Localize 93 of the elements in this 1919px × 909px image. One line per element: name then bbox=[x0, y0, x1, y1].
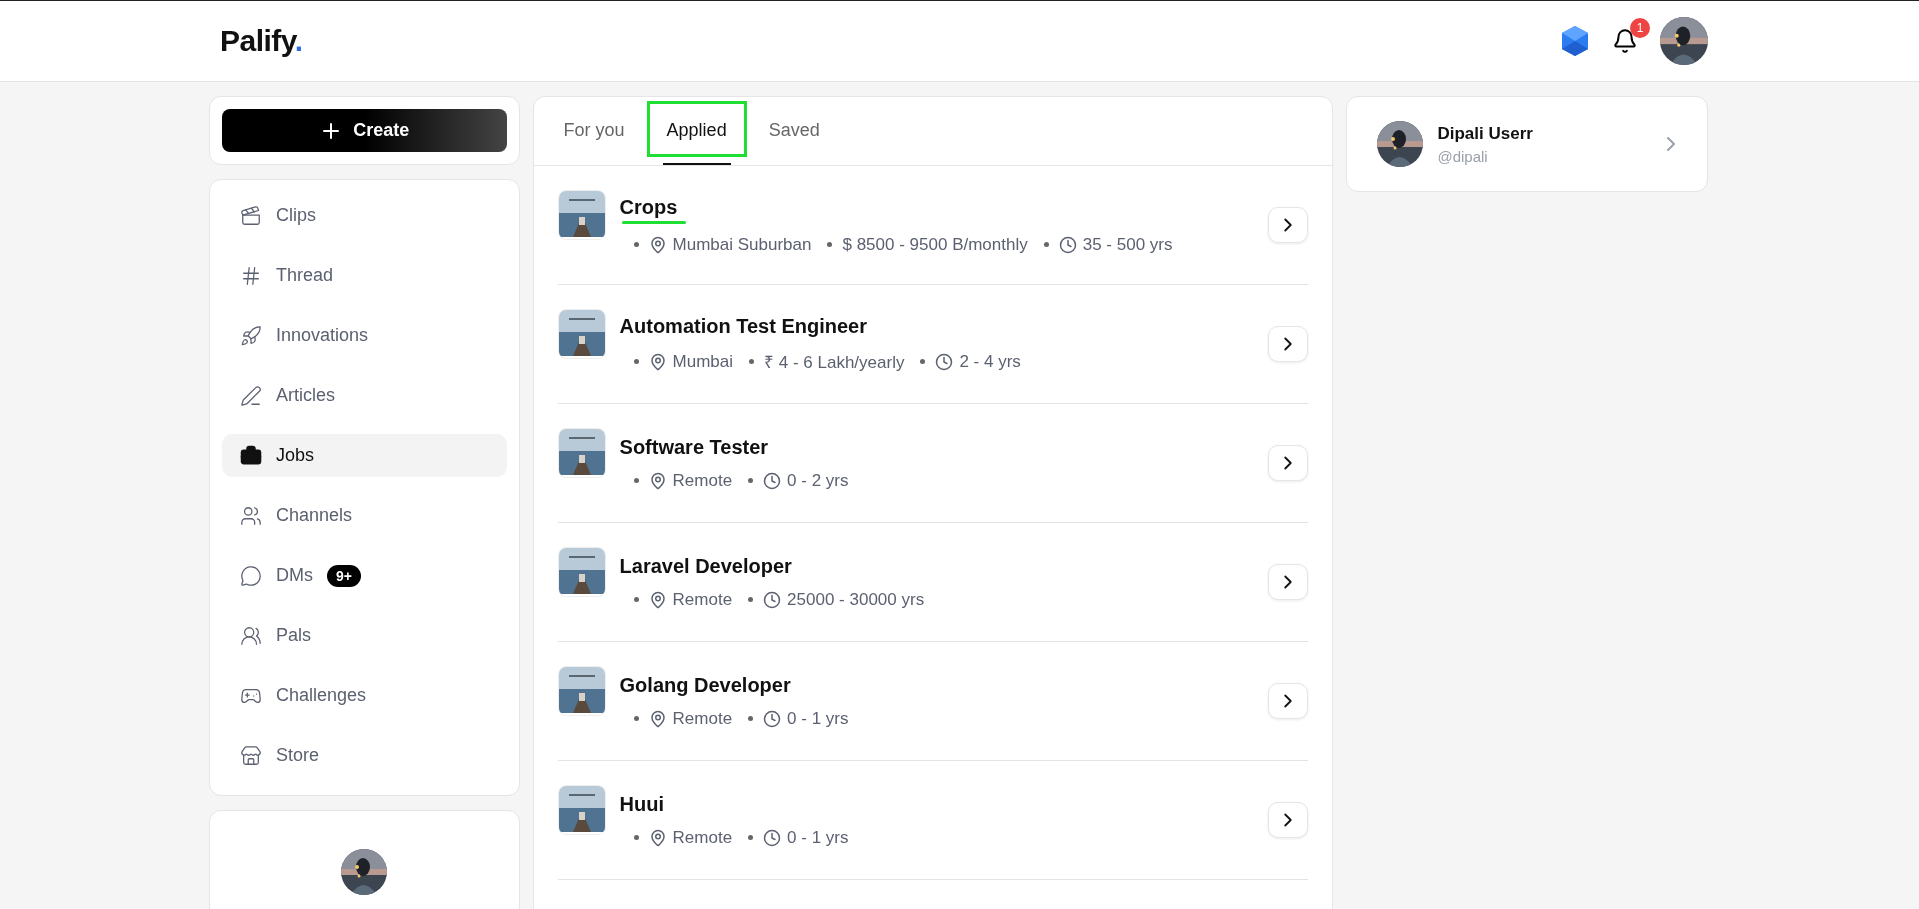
tab[interactable]: For you bbox=[559, 97, 629, 165]
underline-mark bbox=[621, 220, 686, 224]
clapperboard-icon bbox=[240, 204, 262, 227]
job-title[interactable]: Automation Test Engineer bbox=[619, 315, 867, 338]
clock-icon bbox=[935, 352, 954, 371]
chat-bubble-icon bbox=[240, 564, 262, 587]
create-button[interactable]: Create bbox=[222, 109, 507, 152]
bullet bbox=[1043, 242, 1049, 247]
clock-icon bbox=[1058, 235, 1077, 254]
bullet bbox=[633, 835, 639, 840]
job-detail: 0 - 2 yrs bbox=[787, 470, 849, 491]
nav-label: DMs bbox=[276, 565, 313, 586]
job-title[interactable]: Golang Developer bbox=[619, 673, 791, 697]
job-detail: 25000 - 30000 yrs bbox=[787, 589, 925, 610]
open-button[interactable] bbox=[1268, 802, 1309, 838]
nav-item[interactable]: Challenges bbox=[222, 674, 507, 717]
job-detail: Remote bbox=[672, 827, 733, 848]
job-detail: Mumbai bbox=[672, 351, 734, 372]
profile-handle: @dipali bbox=[1437, 147, 1489, 165]
open-button[interactable] bbox=[1268, 326, 1309, 362]
store-icon bbox=[240, 744, 262, 767]
location-pin-icon bbox=[648, 235, 667, 254]
clock-icon bbox=[763, 709, 782, 728]
tab[interactable]: Applied bbox=[662, 97, 731, 165]
open-button[interactable] bbox=[1268, 564, 1309, 600]
nav-item[interactable]: Channels bbox=[222, 494, 507, 537]
job-detail: 0 - 1 yrs bbox=[787, 708, 849, 729]
bullet bbox=[633, 242, 639, 247]
notification-count: 1 bbox=[1630, 18, 1650, 38]
nav-label: Clips bbox=[276, 205, 316, 226]
nav-label: Channels bbox=[276, 505, 353, 526]
nav-label: Jobs bbox=[276, 445, 315, 466]
logo[interactable]: Palify. bbox=[220, 24, 303, 58]
job-detail: Mumbai Suburban bbox=[672, 234, 812, 255]
gem-icon[interactable] bbox=[1560, 25, 1590, 57]
location-pin-icon bbox=[648, 590, 667, 609]
location-pin-icon bbox=[648, 828, 667, 847]
profile-name[interactable]: Dipali Userr bbox=[1437, 123, 1645, 144]
job-detail: 0 - 1 yrs bbox=[787, 827, 849, 848]
job-title[interactable]: Huui bbox=[619, 792, 664, 816]
people-icon bbox=[240, 624, 262, 647]
bullet bbox=[748, 835, 754, 840]
clock-icon bbox=[763, 471, 782, 490]
job-title[interactable]: Software Tester bbox=[619, 435, 769, 459]
rocket-icon bbox=[240, 324, 262, 347]
nav-item[interactable]: Innovations bbox=[222, 314, 507, 357]
nav-item[interactable]: Thread bbox=[222, 254, 507, 297]
bullet bbox=[633, 716, 639, 721]
bullet bbox=[748, 478, 754, 483]
job-detail: 2 - 4 yrs bbox=[959, 351, 1021, 372]
nav-label: Store bbox=[276, 745, 320, 766]
bullet bbox=[748, 597, 754, 602]
pencil-icon bbox=[240, 384, 262, 407]
nav-label: Articles bbox=[276, 385, 335, 406]
open-button[interactable] bbox=[1268, 207, 1309, 243]
nav-label: Challenges bbox=[276, 685, 367, 706]
bullet bbox=[633, 597, 639, 602]
job-title[interactable]: Laravel Developer bbox=[619, 554, 792, 578]
nav-label: Innovations bbox=[276, 325, 369, 346]
nav-label: Thread bbox=[276, 265, 334, 286]
open-button[interactable] bbox=[1268, 683, 1309, 719]
clock-icon bbox=[763, 828, 782, 847]
briefcase-icon bbox=[240, 444, 262, 467]
location-pin-icon bbox=[648, 709, 667, 728]
job-detail: Remote bbox=[672, 708, 733, 729]
bell-icon[interactable] bbox=[1612, 28, 1638, 54]
nav-item[interactable]: Jobs bbox=[222, 434, 507, 477]
tab[interactable]: Saved bbox=[764, 97, 824, 165]
nav-item[interactable]: Pals bbox=[222, 614, 507, 657]
job-detail: $ 8500 - 9500 B/monthly bbox=[842, 234, 1028, 255]
count-badge: 9+ bbox=[327, 564, 361, 587]
job-detail: 35 - 500 yrs bbox=[1082, 234, 1173, 255]
open-button[interactable] bbox=[1268, 445, 1309, 481]
bullet bbox=[920, 359, 926, 364]
nav-label: Pals bbox=[276, 625, 311, 646]
nav-item[interactable]: Store bbox=[222, 734, 507, 777]
job-title[interactable]: Crops bbox=[619, 195, 678, 219]
clock-icon bbox=[763, 590, 782, 609]
job-detail: Remote bbox=[672, 470, 733, 491]
people-icon bbox=[240, 504, 262, 527]
hash-icon bbox=[240, 264, 262, 287]
bullet bbox=[749, 359, 755, 364]
location-pin-icon bbox=[648, 471, 667, 490]
location-pin-icon bbox=[648, 352, 667, 371]
bullet bbox=[633, 478, 639, 483]
job-detail: Remote bbox=[672, 589, 733, 610]
nav-item[interactable]: Clips bbox=[222, 194, 507, 237]
bullet bbox=[748, 716, 754, 721]
bullet bbox=[827, 242, 833, 247]
bullet bbox=[633, 359, 639, 364]
nav-item[interactable]: DMs 9+ bbox=[222, 554, 507, 597]
nav-item[interactable]: Articles bbox=[222, 374, 507, 417]
job-detail: ₹ 4 - 6 Lakh/yearly bbox=[764, 352, 905, 373]
